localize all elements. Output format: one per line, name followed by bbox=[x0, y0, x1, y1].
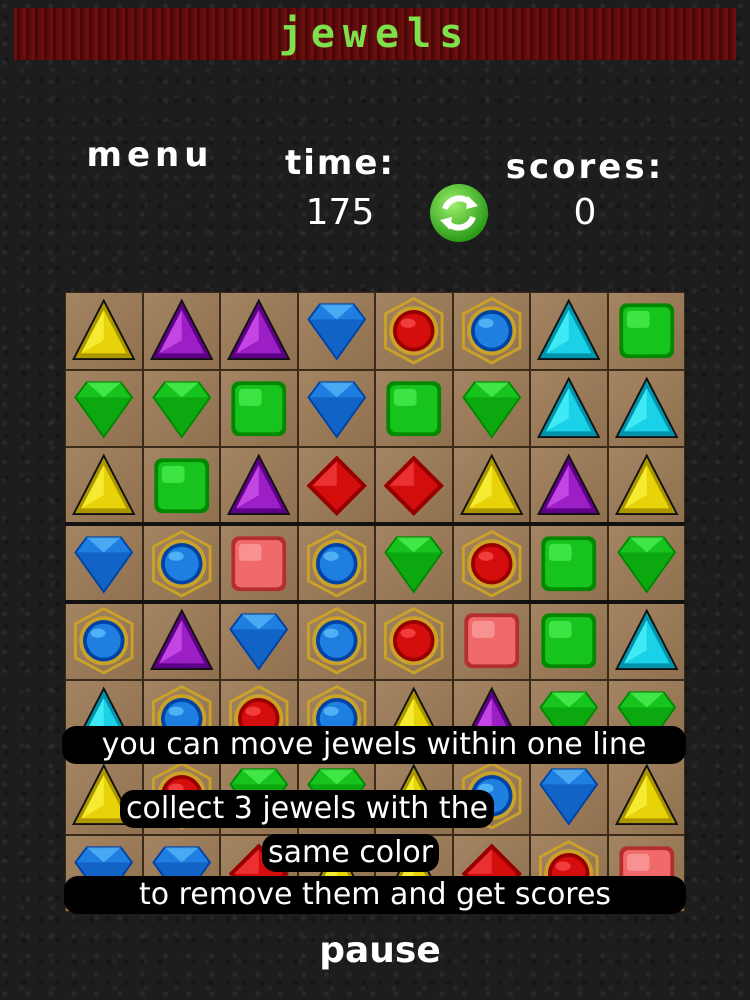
green-diamond-jewel[interactable] bbox=[607, 524, 685, 602]
cyan-triangle-jewel[interactable] bbox=[607, 369, 685, 447]
red-rhombus-jewel[interactable] bbox=[297, 447, 375, 525]
green-diamond-jewel[interactable] bbox=[375, 524, 453, 602]
green-diamond-jewel[interactable] bbox=[452, 369, 530, 447]
red-orb-jewel[interactable] bbox=[452, 524, 530, 602]
blue-diamond-jewel[interactable] bbox=[297, 292, 375, 370]
row-divider bbox=[65, 600, 685, 604]
tip-line-2: collect 3 jewels with the bbox=[120, 790, 495, 828]
purple-triangle-jewel[interactable] bbox=[220, 292, 298, 370]
blue-orb-jewel[interactable] bbox=[297, 602, 375, 680]
purple-triangle-jewel[interactable] bbox=[142, 292, 220, 370]
scores-value: 0 bbox=[573, 192, 597, 233]
green-diamond-jewel[interactable] bbox=[142, 369, 220, 447]
yellow-triangle-jewel[interactable] bbox=[65, 447, 143, 525]
red-orb-jewel[interactable] bbox=[375, 292, 453, 370]
yellow-triangle-jewel[interactable] bbox=[607, 447, 685, 525]
pause-button[interactable]: pause bbox=[300, 930, 460, 971]
blue-orb-jewel[interactable] bbox=[142, 524, 220, 602]
tip-line-3: same color bbox=[262, 834, 440, 872]
pink-square-jewel[interactable] bbox=[452, 602, 530, 680]
cyan-triangle-jewel[interactable] bbox=[530, 369, 608, 447]
green-square-jewel[interactable] bbox=[142, 447, 220, 525]
green-square-jewel[interactable] bbox=[530, 602, 608, 680]
time-label: time: bbox=[285, 143, 395, 183]
green-square-jewel[interactable] bbox=[220, 369, 298, 447]
green-square-jewel[interactable] bbox=[530, 524, 608, 602]
green-square-jewel[interactable] bbox=[607, 292, 685, 370]
refresh-icon[interactable] bbox=[428, 182, 490, 244]
yellow-triangle-jewel[interactable] bbox=[65, 292, 143, 370]
tip-line-1: you can move jewels within one line bbox=[62, 726, 686, 764]
blue-orb-jewel[interactable] bbox=[297, 524, 375, 602]
scores-label: scores: bbox=[505, 147, 665, 187]
purple-triangle-jewel[interactable] bbox=[220, 447, 298, 525]
menu-button[interactable]: menu bbox=[70, 135, 230, 175]
time-value: 175 bbox=[305, 192, 375, 233]
cyan-triangle-jewel[interactable] bbox=[530, 292, 608, 370]
blue-diamond-jewel[interactable] bbox=[220, 602, 298, 680]
blue-orb-jewel[interactable] bbox=[452, 292, 530, 370]
green-square-jewel[interactable] bbox=[375, 369, 453, 447]
yellow-triangle-jewel[interactable] bbox=[452, 447, 530, 525]
row-divider bbox=[65, 522, 685, 526]
blue-diamond-jewel[interactable] bbox=[297, 369, 375, 447]
game-title: jewels bbox=[278, 11, 472, 57]
yellow-triangle-jewel[interactable] bbox=[607, 757, 685, 835]
blue-diamond-jewel[interactable] bbox=[530, 757, 608, 835]
tip-line-4: to remove them and get scores bbox=[64, 876, 686, 914]
purple-triangle-jewel[interactable] bbox=[142, 602, 220, 680]
title-bar: jewels bbox=[14, 8, 736, 60]
blue-orb-jewel[interactable] bbox=[65, 602, 143, 680]
green-diamond-jewel[interactable] bbox=[65, 369, 143, 447]
blue-diamond-jewel[interactable] bbox=[65, 524, 143, 602]
purple-triangle-jewel[interactable] bbox=[530, 447, 608, 525]
pink-square-jewel[interactable] bbox=[220, 524, 298, 602]
red-rhombus-jewel[interactable] bbox=[375, 447, 453, 525]
cyan-triangle-jewel[interactable] bbox=[607, 602, 685, 680]
red-orb-jewel[interactable] bbox=[375, 602, 453, 680]
